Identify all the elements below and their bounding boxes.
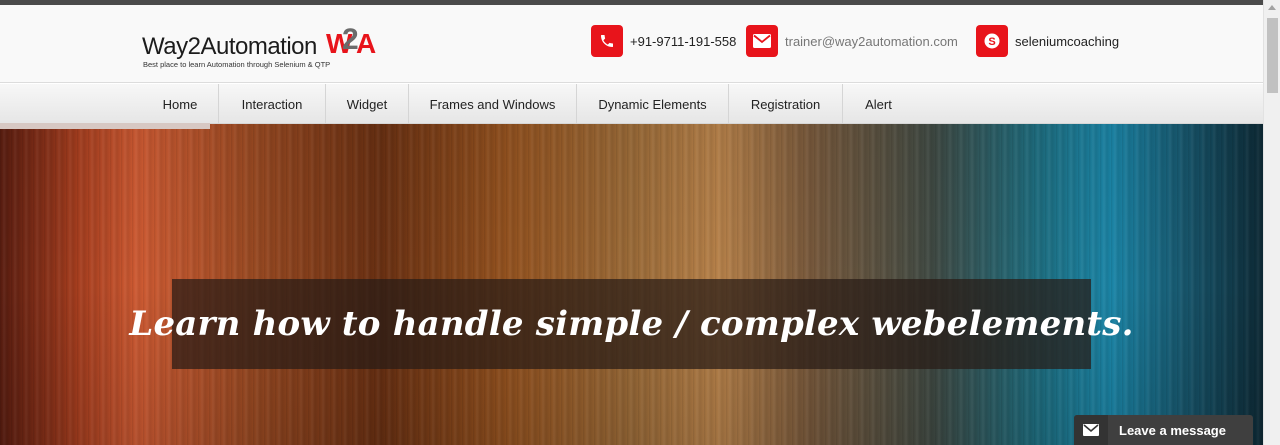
nav-item-home[interactable]: Home [142,84,219,124]
leave-message-button[interactable]: Leave a message [1074,415,1253,445]
hero-caption: Learn how to handle simple / complex web… [129,304,1134,344]
nav-item-dynamic-elements[interactable]: Dynamic Elements [577,84,729,124]
contact-skype-text: seleniumcoaching [1015,33,1120,49]
scroll-up-arrow-icon[interactable] [1268,5,1276,10]
nav-item-alert[interactable]: Alert [843,84,914,124]
site-header: Way2Automation W 2 A Best place to learn… [0,5,1263,83]
phone-icon [591,25,623,57]
scrollbar-thumb[interactable] [1267,18,1278,93]
nav-item-widget[interactable]: Widget [326,84,409,124]
leave-message-label: Leave a message [1119,422,1226,438]
nav-item-interaction[interactable]: Interaction [219,84,326,124]
page-scrollbar[interactable] [1263,0,1280,445]
nav-underline-accent [0,123,210,129]
nav-item-registration[interactable]: Registration [729,84,843,124]
contact-email[interactable]: trainer@way2automation.com [746,25,958,57]
contact-email-text: trainer@way2automation.com [785,33,958,49]
contact-phone[interactable]: +91-9711-191-558 [591,25,736,57]
site-logo[interactable]: Way2Automation W 2 A Best place to learn… [142,23,382,75]
skype-icon: S [976,25,1008,57]
hero-caption-box: Learn how to handle simple / complex web… [129,279,1133,369]
nav-item-frames-and-windows[interactable]: Frames and Windows [409,84,577,124]
svg-text:S: S [988,36,995,48]
main-nav: Home Interaction Widget Frames and Windo… [0,84,1263,124]
mail-icon [746,25,778,57]
svg-text:A: A [356,28,376,59]
contact-phone-text: +91-9711-191-558 [630,33,737,49]
logo-tagline: Best place to learn Automation through S… [143,60,331,69]
hero-banner: Learn how to handle simple / complex web… [0,124,1263,445]
mail-icon [1074,415,1108,445]
contact-skype[interactable]: S seleniumcoaching [976,25,1119,57]
logo-wordmark: Way2Automation [142,33,317,60]
logo-w2a-mark: W 2 A [326,23,376,59]
